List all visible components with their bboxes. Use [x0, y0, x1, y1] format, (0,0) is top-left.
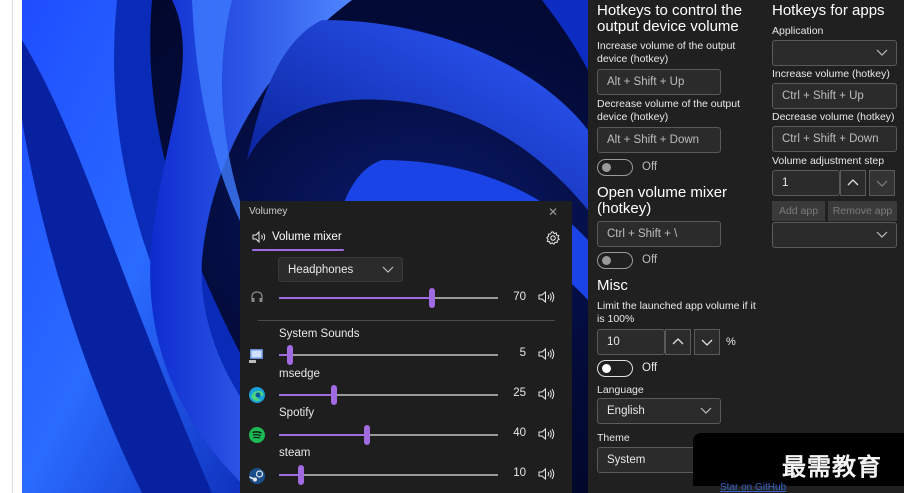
- increase-output-hotkey-field[interactable]: Alt + Shift + Up: [597, 69, 721, 95]
- add-app-button[interactable]: Add app: [772, 201, 825, 221]
- theme-label: Theme: [597, 432, 630, 444]
- speaker-icon[interactable]: [538, 387, 556, 401]
- remove-app-button[interactable]: Remove app: [828, 201, 897, 221]
- increase-app-label: Increase volume (hotkey): [772, 68, 890, 80]
- limit-volume-label: Limit the launched app volume if it is 1…: [597, 300, 756, 325]
- increase-output-label: Increase volume of the output device (ho…: [597, 40, 736, 65]
- divider: [258, 320, 555, 321]
- session-name: steam: [279, 447, 311, 459]
- master-volume-slider[interactable]: [279, 288, 498, 308]
- mixer-hotkey-field[interactable]: Ctrl + Shift + \: [597, 221, 721, 247]
- headphones-icon: [251, 291, 263, 302]
- app-hotkeys-heading: Hotkeys for apps: [772, 2, 885, 19]
- chevron-down-icon: [876, 49, 888, 56]
- theme-value: System: [607, 454, 646, 466]
- speaker-icon[interactable]: [538, 347, 556, 361]
- spotify-icon: [249, 427, 265, 443]
- speaker-icon[interactable]: [538, 467, 556, 481]
- watermark-text: 最需教育: [782, 452, 882, 481]
- limit-volume-up-button[interactable]: [665, 329, 691, 355]
- session-name: msedge: [279, 368, 320, 380]
- speaker-icon[interactable]: [538, 290, 556, 304]
- session-volume-value: 10: [513, 467, 526, 479]
- mixer-hotkey-toggle-label: Off: [642, 254, 658, 266]
- page-divider: [12, 0, 13, 493]
- system-sounds-icon: [249, 349, 263, 363]
- session-name: Spotify: [279, 407, 315, 419]
- session-name: System Sounds: [279, 328, 360, 340]
- decrease-output-label: Decrease volume of the output device (ho…: [597, 98, 741, 123]
- gear-icon[interactable]: [546, 231, 560, 245]
- steam-icon: [249, 468, 265, 484]
- tab-volume-mixer-label: Volume mixer: [272, 231, 342, 243]
- output-hotkeys-toggle[interactable]: [597, 159, 633, 176]
- limit-volume-field[interactable]: 10: [597, 329, 665, 355]
- chevron-up-icon: [672, 338, 684, 345]
- github-link[interactable]: Star on GitHub: [720, 482, 786, 493]
- step-up-button[interactable]: [840, 170, 866, 196]
- session-volume-slider[interactable]: [279, 345, 498, 365]
- language-value: English: [607, 405, 645, 417]
- mixer-hotkey-toggle[interactable]: [597, 252, 633, 269]
- misc-heading: Misc: [597, 277, 628, 294]
- volume-mixer-window: Volumey ✕ Volume mixer Headphones 70 Sys…: [240, 201, 572, 493]
- edge-icon: [249, 387, 265, 403]
- page-margin: [0, 0, 22, 493]
- speaker-icon: [252, 231, 266, 243]
- limit-volume-toggle-label: Off: [642, 362, 658, 374]
- application-dropdown[interactable]: [772, 40, 897, 66]
- speaker-icon[interactable]: [538, 427, 556, 441]
- mixer-window-title: Volumey: [249, 206, 288, 217]
- chevron-down-icon: [700, 407, 712, 414]
- application-label: Application: [772, 25, 824, 37]
- chevron-down-icon: [382, 266, 394, 273]
- step-field[interactable]: 1: [772, 170, 840, 196]
- chevron-down-icon: [701, 339, 713, 346]
- mixer-titlebar[interactable]: Volumey ✕: [240, 201, 572, 223]
- output-hotkeys-heading: Hotkeys to control the output device vol…: [597, 2, 743, 35]
- decrease-output-hotkey-field[interactable]: Alt + Shift + Down: [597, 127, 721, 153]
- output-hotkeys-toggle-label: Off: [642, 161, 658, 173]
- percent-sign: %: [726, 336, 736, 348]
- session-volume-slider[interactable]: [279, 465, 498, 485]
- chevron-up-icon: [847, 179, 859, 186]
- increase-app-hotkey-field[interactable]: Ctrl + Shift + Up: [772, 83, 897, 109]
- session-volume-slider[interactable]: [279, 385, 498, 405]
- session-volume-value: 25: [513, 387, 526, 399]
- app-list-dropdown[interactable]: [772, 222, 897, 248]
- limit-volume-toggle[interactable]: [597, 360, 633, 377]
- session-volume-value: 40: [513, 427, 526, 439]
- master-volume-value: 70: [513, 291, 526, 303]
- settings-panel: Hotkeys to control the output device vol…: [588, 0, 904, 493]
- tab-active-indicator: [252, 249, 344, 251]
- step-label: Volume adjustment step: [772, 155, 885, 167]
- device-value: Headphones: [288, 264, 354, 276]
- close-icon[interactable]: ✕: [548, 205, 558, 219]
- session-volume-value: 5: [519, 347, 526, 359]
- device-dropdown[interactable]: Headphones: [278, 257, 403, 282]
- limit-volume-down-button[interactable]: [694, 329, 720, 355]
- session-volume-slider[interactable]: [279, 425, 498, 445]
- chevron-down-icon: [876, 180, 888, 187]
- decrease-app-label: Decrease volume (hotkey): [772, 111, 895, 123]
- chevron-down-icon: [876, 231, 888, 238]
- language-label: Language: [597, 384, 644, 396]
- decrease-app-hotkey-field[interactable]: Ctrl + Shift + Down: [772, 126, 897, 152]
- language-dropdown[interactable]: English: [597, 398, 721, 424]
- step-down-button[interactable]: [869, 170, 895, 196]
- mixer-hotkey-heading: Open volume mixer (hotkey): [597, 184, 728, 217]
